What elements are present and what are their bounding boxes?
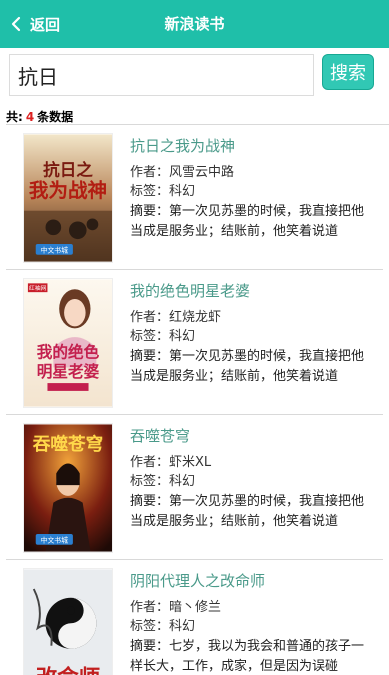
book-summary: 摘要：第一次见苏墨的时候，我直接把他当成是服务业；结账前，他笑着说道 <box>130 204 365 239</box>
result-count-suffix: 条数据 <box>37 110 74 124</box>
book-summary: 摘要：第一次见苏墨的时候，我直接把他当成是服务业；结账前，他笑着说道 <box>130 494 365 529</box>
war-scene-cover: 中文书城 抗日之 我为战神 <box>24 134 112 262</box>
search-button[interactable]: 搜索 <box>322 54 374 90</box>
warrior-cover: 吞噬苍穹 中文书城 <box>24 424 112 552</box>
book-title[interactable]: 阴阳代理人之改命师 <box>130 570 265 591</box>
book-author: 作者：暗丶修兰 <box>130 600 222 615</box>
svg-text:吞噬苍穹: 吞噬苍穹 <box>33 434 103 455</box>
book-author: 作者：虾米XL <box>130 455 212 470</box>
svg-text:我为战神: 我为战神 <box>29 179 107 202</box>
svg-text:抗日之: 抗日之 <box>43 160 93 180</box>
book-tag: 标签：科幻 <box>130 329 196 344</box>
book-cover-image[interactable]: 改命师 <box>23 568 113 675</box>
book-tag: 标签：科幻 <box>130 474 196 489</box>
book-title[interactable]: 我的绝色明星老婆 <box>130 280 250 301</box>
book-title[interactable]: 抗日之我为战神 <box>130 135 235 156</box>
book-cover-image[interactable]: 中文书城 抗日之 我为战神 <box>23 133 113 263</box>
svg-text:中文书城: 中文书城 <box>41 536 68 545</box>
list-item[interactable]: 中文书城 抗日之 我为战神 抗日之我为战神 作者：风雪云中路 标签：科幻 摘要：… <box>6 125 383 270</box>
svg-text:中文书城: 中文书城 <box>41 246 68 255</box>
list-item[interactable]: 红袖网 我的绝色 明星老婆 我的绝色明星老婆 作者：红烧龙虾 标签：科幻 摘要：… <box>6 270 383 415</box>
book-tag: 标签：科幻 <box>130 184 196 199</box>
book-cover-image[interactable]: 吞噬苍穹 中文书城 <box>23 423 113 553</box>
svg-text:我的绝色: 我的绝色 <box>37 343 100 362</box>
list-item[interactable]: 改命师 阴阳代理人之改命师 作者：暗丶修兰 标签：科幻 摘要：七岁，我以为我会和… <box>6 560 383 675</box>
result-count-prefix: 共: <box>6 110 23 124</box>
search-input[interactable] <box>9 54 314 96</box>
book-author: 作者：红烧龙虾 <box>130 310 222 325</box>
portrait-cover: 红袖网 我的绝色 明星老婆 <box>24 279 112 407</box>
result-count: 共: 4 条数据 <box>6 108 73 125</box>
search-bar: 搜索 <box>0 48 389 102</box>
back-button[interactable]: 返回 <box>8 0 60 48</box>
book-cover-image[interactable]: 红袖网 我的绝色 明星老婆 <box>23 278 113 408</box>
result-count-number: 4 <box>25 110 35 124</box>
book-tag: 标签：科幻 <box>130 619 196 634</box>
book-author: 作者：风雪云中路 <box>130 165 235 180</box>
list-item[interactable]: 吞噬苍穹 中文书城 吞噬苍穹 作者：虾米XL 标签：科幻 摘要：第一次见苏墨的时… <box>6 415 383 560</box>
book-summary: 摘要：七岁，我以为我会和普通的孩子一样长大，工作，成家，但是因为误碰 <box>130 639 365 674</box>
yin-yang-cover: 改命师 <box>24 569 112 675</box>
svg-text:明星老婆: 明星老婆 <box>37 362 100 381</box>
book-title[interactable]: 吞噬苍穹 <box>130 425 190 446</box>
chevron-left-icon <box>11 16 21 32</box>
back-label: 返回 <box>30 15 61 34</box>
book-list: 中文书城 抗日之 我为战神 抗日之我为战神 作者：风雪云中路 标签：科幻 摘要：… <box>6 125 383 675</box>
svg-text:改命师: 改命师 <box>36 665 101 675</box>
book-summary: 摘要：第一次见苏墨的时候，我直接把他当成是服务业；结账前，他笑着说道 <box>130 349 365 384</box>
svg-text:红袖网: 红袖网 <box>29 284 47 292</box>
top-bar: 返回 新浪读书 <box>0 0 389 48</box>
